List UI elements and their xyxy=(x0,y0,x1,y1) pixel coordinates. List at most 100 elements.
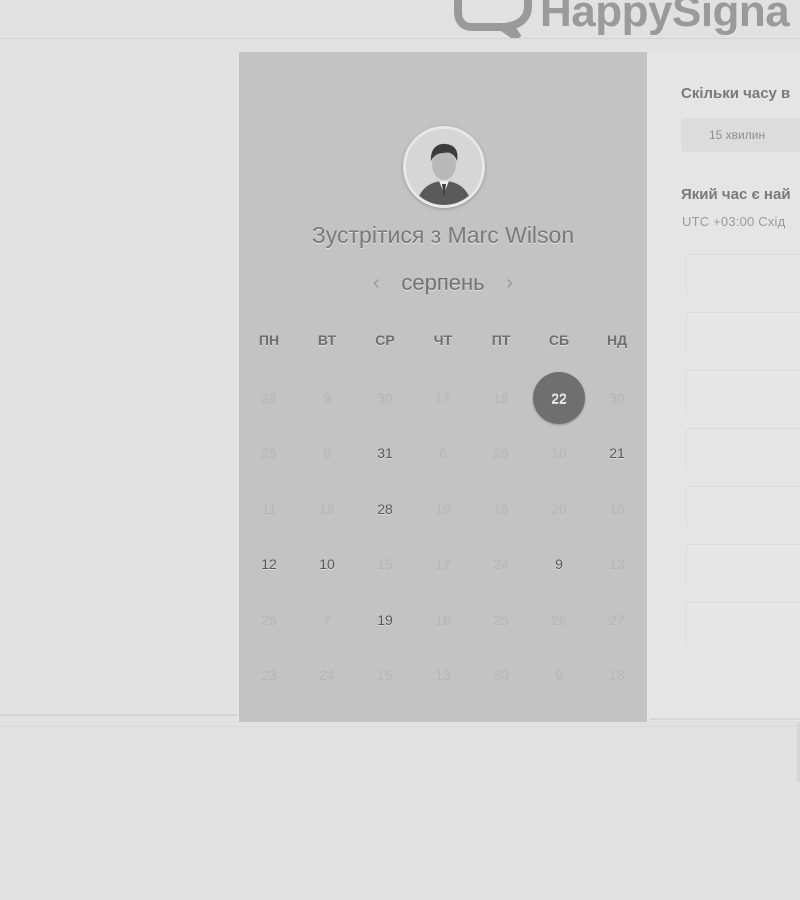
left-panel-edge xyxy=(0,714,238,716)
speech-bubble-check-icon xyxy=(452,0,532,38)
calendar-day-unavailable: 17 xyxy=(414,537,472,593)
calendar-day-unavailable: 15 xyxy=(356,648,414,704)
calendar-day-number: 15 xyxy=(377,556,393,573)
calendar-day-number: 13 xyxy=(609,556,625,573)
calendar-day-available[interactable]: 9 xyxy=(530,537,588,593)
calendar-day-number: 19 xyxy=(377,611,393,628)
month-label: серпень xyxy=(401,270,485,295)
header-divider xyxy=(0,38,800,39)
calendar-day-number: 6 xyxy=(439,445,447,462)
left-blank-panel xyxy=(0,50,238,721)
time-slot-button[interactable] xyxy=(686,370,800,413)
calendar-day-number: 11 xyxy=(261,500,277,517)
calendar-day-available[interactable]: 31 xyxy=(356,426,414,482)
calendar-day-unavailable: 6 xyxy=(414,426,472,482)
time-slot-button[interactable] xyxy=(686,544,800,587)
time-question: Який час є най xyxy=(681,186,791,203)
calendar-day-number: 10 xyxy=(551,445,567,462)
calendar-day-unavailable: 7 xyxy=(298,592,356,648)
weekday-label: ПН xyxy=(258,332,280,348)
calendar-day-number: 22 xyxy=(533,371,585,424)
calendar-day-unavailable: 16 xyxy=(414,592,472,648)
weekday-label: СБ xyxy=(548,332,570,348)
calendar-day-unavailable: 30 xyxy=(588,370,646,426)
calendar-day-unavailable: 10 xyxy=(530,426,588,482)
chevron-left-icon[interactable]: ‹ xyxy=(369,272,383,295)
scheduler-card: Зустрітися з Marc Wilson ‹ серпень › ПН … xyxy=(0,50,800,722)
weekday-label: ВТ xyxy=(317,332,337,348)
calendar-day-available[interactable]: 19 xyxy=(356,592,414,648)
duration-select[interactable]: 15 хвилин xyxy=(681,118,800,152)
calendar-day-number: 17 xyxy=(435,556,451,573)
calendar-day-number: 8 xyxy=(323,445,331,462)
calendar-day-unavailable: 18 xyxy=(472,370,530,426)
calendar-day-number: 18 xyxy=(319,500,335,517)
calendar-panel: Зустрітися з Marc Wilson ‹ серпень › ПН … xyxy=(239,52,647,722)
page: HappySigna Зустрітися з Marc Wilson ‹ се… xyxy=(0,0,800,900)
calendar-day-number: 26 xyxy=(493,445,509,462)
calendar-day-selected[interactable]: 22 xyxy=(530,370,588,426)
time-slot-button[interactable] xyxy=(686,254,800,297)
calendar-day-number: 24 xyxy=(493,556,509,573)
calendar-day-number: 10 xyxy=(319,556,335,573)
calendar-day-number: 9 xyxy=(555,667,563,684)
calendar-day-number: 20 xyxy=(551,500,567,517)
calendar-day-number: 9 xyxy=(323,389,331,406)
logo[interactable]: HappySigna xyxy=(452,0,790,42)
calendar-day-unavailable: 24 xyxy=(298,648,356,704)
calendar-day-unavailable: 25 xyxy=(240,426,298,482)
calendar-day-number: 26 xyxy=(551,611,567,628)
calendar-day-unavailable: 13 xyxy=(588,537,646,593)
calendar-day-available[interactable]: 28 xyxy=(356,481,414,537)
weekday-label: ПТ xyxy=(491,332,511,348)
time-slot-button[interactable] xyxy=(686,486,800,529)
calendar-day-unavailable: 28 xyxy=(240,370,298,426)
calendar-day-unavailable: 18 xyxy=(588,648,646,704)
calendar-day-unavailable: 15 xyxy=(356,537,414,593)
timezone-label[interactable]: UTC +03:00 Схід xyxy=(682,214,785,229)
time-selection-panel: Скільки часу в 15 хвилин Який час є най … xyxy=(650,50,800,721)
chevron-right-icon[interactable]: › xyxy=(503,272,517,295)
calendar-day-number: 16 xyxy=(609,500,625,517)
calendar-day-number: 18 xyxy=(493,389,509,406)
logo-text: HappySigna xyxy=(540,0,790,36)
calendar-day-available[interactable]: 10 xyxy=(298,537,356,593)
calendar-day-number: 17 xyxy=(435,389,451,406)
calendar-day-number: 13 xyxy=(435,667,451,684)
duration-value: 15 хвилин xyxy=(709,128,766,142)
calendar-day-number: 16 xyxy=(435,611,451,628)
calendar-day-unavailable: 30 xyxy=(472,648,530,704)
calendar-day-available[interactable]: 21 xyxy=(588,426,646,482)
calendar-day-number: 21 xyxy=(609,445,625,462)
calendar-day-number: 27 xyxy=(609,611,625,628)
calendar-day-number: 7 xyxy=(323,611,331,628)
calendar-day-number: 12 xyxy=(261,556,277,573)
calendar-day-unavailable: 13 xyxy=(414,648,472,704)
calendar-day-number: 9 xyxy=(555,556,563,573)
calendar-day-unavailable: 26 xyxy=(472,426,530,482)
person-avatar xyxy=(403,126,485,208)
calendar-day-unavailable: 27 xyxy=(588,592,646,648)
calendar-day-number: 23 xyxy=(261,667,277,684)
calendar-day-number: 25 xyxy=(261,445,277,462)
time-slot-button[interactable] xyxy=(686,312,800,355)
calendar-day-number: 31 xyxy=(377,445,393,462)
month-navigation: ‹ серпень › xyxy=(239,270,647,296)
calendar-day-unavailable: 8 xyxy=(298,426,356,482)
time-slot-button[interactable] xyxy=(686,602,800,645)
weekday-label: ЧТ xyxy=(433,332,453,348)
calendar-day-unavailable: 18 xyxy=(298,481,356,537)
duration-question: Скільки часу в xyxy=(681,85,791,102)
weekday-header: ПН ВТ СР ЧТ ПТ СБ НД xyxy=(239,332,648,348)
calendar-day-unavailable: 23 xyxy=(240,648,298,704)
calendar-day-number: 30 xyxy=(609,389,625,406)
footer-divider xyxy=(0,726,800,727)
calendar-day-unavailable: 19 xyxy=(414,481,472,537)
calendar-day-unavailable: 25 xyxy=(472,592,530,648)
calendar-day-unavailable: 15 xyxy=(472,481,530,537)
calendar-day-number: 28 xyxy=(261,389,277,406)
calendar-day-unavailable: 16 xyxy=(588,481,646,537)
calendar-day-unavailable: 11 xyxy=(240,481,298,537)
time-slot-button[interactable] xyxy=(686,428,800,471)
calendar-day-available[interactable]: 12 xyxy=(240,537,298,593)
